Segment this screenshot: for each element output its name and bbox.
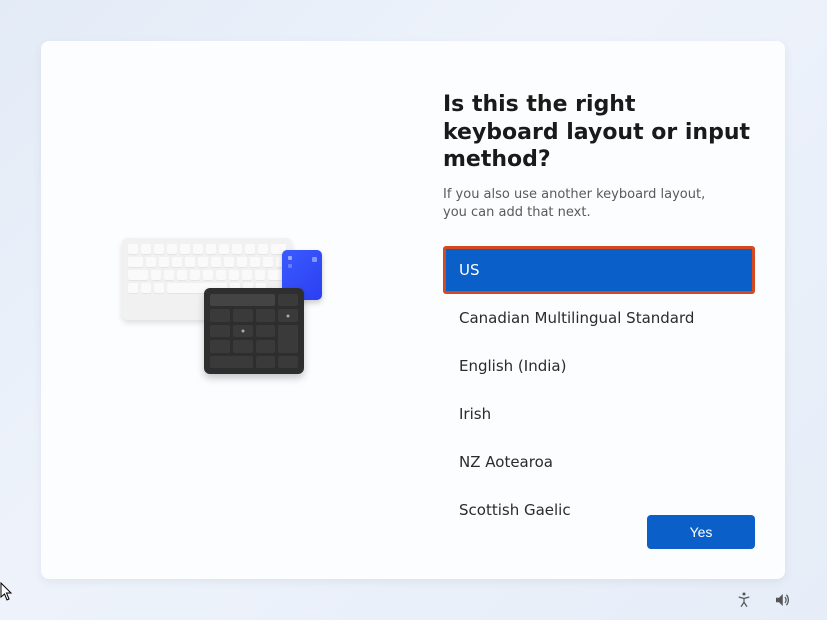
layout-label: NZ Aotearoa — [459, 453, 553, 471]
layout-label: Irish — [459, 405, 491, 423]
layout-option-scottish-gaelic[interactable]: Scottish Gaelic — [443, 486, 755, 516]
accessibility-icon[interactable] — [734, 590, 754, 610]
keyboard-layout-list[interactable]: US Canadian Multilingual Standard Englis… — [443, 246, 755, 516]
layout-label: US — [459, 261, 480, 279]
illustration-pane — [41, 41, 413, 579]
layout-option-canadian-multilingual[interactable]: Canadian Multilingual Standard — [443, 294, 755, 342]
oobe-card: Is this the right keyboard layout or inp… — [41, 41, 785, 579]
volume-icon[interactable] — [772, 590, 792, 610]
layout-option-irish[interactable]: Irish — [443, 390, 755, 438]
layout-label: Canadian Multilingual Standard — [459, 309, 694, 327]
layout-option-us[interactable]: US — [443, 246, 755, 294]
numpad-icon — [204, 288, 304, 374]
layout-label: English (India) — [459, 357, 566, 375]
yes-button[interactable]: Yes — [647, 515, 755, 549]
keyboard-illustration — [122, 230, 332, 380]
layout-option-nz-aotearoa[interactable]: NZ Aotearoa — [443, 438, 755, 486]
system-tray — [734, 590, 792, 610]
page-subtitle: If you also use another keyboard layout,… — [443, 186, 733, 222]
layout-option-english-india[interactable]: English (India) — [443, 342, 755, 390]
layout-label: Scottish Gaelic — [459, 501, 571, 516]
content-pane: Is this the right keyboard layout or inp… — [413, 41, 785, 579]
mouse-cursor-icon — [0, 582, 14, 602]
page-title: Is this the right keyboard layout or inp… — [443, 91, 755, 174]
